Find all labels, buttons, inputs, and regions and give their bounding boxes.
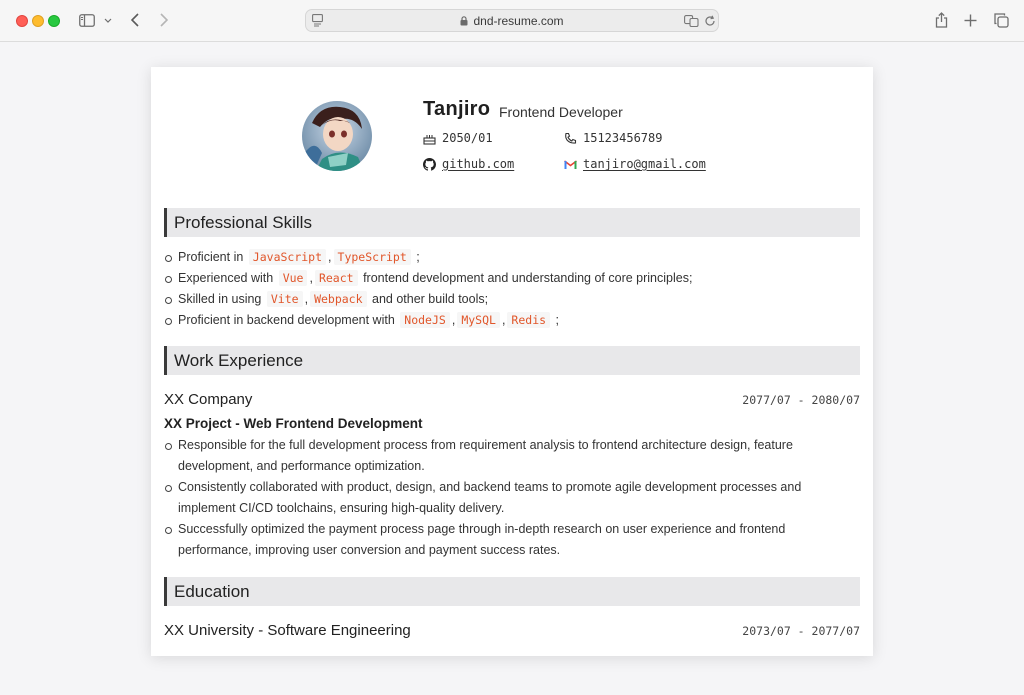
skill-tag: Webpack: [310, 291, 367, 307]
skill-tag: TypeScript: [333, 249, 411, 265]
list-item: Consistently collaborated with product, …: [164, 477, 854, 519]
new-tab-icon[interactable]: [963, 10, 977, 30]
skills-list: Proficient in JavaScript, TypeScript ; Exp…: [164, 247, 854, 331]
skill-item: Proficient in backend development with N…: [164, 310, 854, 331]
github-link[interactable]: github.com: [442, 157, 514, 171]
skill-text: Proficient in backend development with: [178, 313, 395, 327]
education-date: 2073/07 - 2077/07: [742, 624, 860, 638]
translate-icon[interactable]: [684, 14, 699, 32]
work-bullets: Responsible for the full development pro…: [164, 435, 854, 561]
cake-icon: [423, 132, 436, 145]
github-info: github.com: [423, 157, 514, 171]
skill-tag: NodeJS: [400, 312, 450, 328]
forward-icon[interactable]: [157, 10, 171, 30]
minimize-window-button[interactable]: [32, 15, 44, 27]
gmail-icon: [564, 158, 577, 171]
phone-icon: [564, 132, 577, 145]
url-text: dnd-resume.com: [473, 14, 564, 28]
tab-overview-icon[interactable]: [993, 10, 1009, 30]
skill-text: Experienced with: [178, 271, 274, 285]
lock-icon: [460, 15, 468, 29]
skill-tag: JavaScript: [248, 249, 327, 265]
skill-text: Skilled in using: [178, 292, 262, 306]
skill-tag: Vite: [266, 291, 303, 307]
skill-text: frontend development and understanding o…: [363, 271, 693, 285]
skill-text: and other build tools;: [372, 292, 489, 306]
skill-tag: MySQL: [457, 312, 500, 328]
education-school: XX University - Software Engineering: [164, 622, 411, 639]
skill-tag: React: [314, 270, 358, 286]
skill-text: ;: [416, 250, 420, 264]
zoom-window-button[interactable]: [48, 15, 60, 27]
chevron-down-icon[interactable]: [102, 10, 114, 30]
email-link[interactable]: tanjiro@gmail.com: [583, 157, 706, 171]
github-icon: [423, 157, 436, 171]
skill-item: Skilled in using Vite, Webpack and other …: [164, 289, 854, 310]
share-icon[interactable]: [933, 10, 949, 30]
skill-tag: Vue: [278, 270, 308, 286]
skills-heading: Professional Skills: [164, 208, 860, 237]
address-bar[interactable]: dnd-resume.com: [305, 9, 719, 32]
reload-icon[interactable]: [704, 14, 716, 32]
browser-toolbar: dnd-resume.com: [0, 0, 1024, 42]
company-name: XX Company: [164, 391, 253, 408]
email-info: tanjiro@gmail.com: [564, 157, 706, 171]
birth-info: 2050/01: [423, 131, 493, 145]
work-heading: Work Experience: [164, 346, 860, 375]
candidate-name: Tanjiro: [423, 98, 491, 120]
list-item: Responsible for the full development pro…: [164, 435, 854, 477]
avatar: [302, 101, 372, 171]
sidebar-icon[interactable]: [78, 10, 96, 30]
skill-item: Experienced with Vue, React frontend deve…: [164, 268, 854, 289]
skill-text: Proficient in: [178, 250, 244, 264]
education-heading: Education: [164, 577, 860, 606]
work-date: 2077/07 - 2080/07: [742, 393, 860, 407]
list-item: Successfully optimized the payment proce…: [164, 519, 854, 561]
project-title: XX Project - Web Frontend Development: [164, 416, 423, 431]
birth-date: 2050/01: [442, 131, 493, 145]
phone-number: 15123456789: [583, 131, 663, 145]
back-icon[interactable]: [128, 10, 142, 30]
skill-item: Proficient in JavaScript, TypeScript ;: [164, 247, 854, 268]
phone-info: 15123456789: [564, 131, 662, 145]
resume-page: Tanjiro Frontend Developer 2050/01 15123…: [151, 67, 873, 656]
skill-tag: Redis: [507, 312, 551, 328]
candidate-role: Frontend Developer: [499, 104, 623, 120]
close-window-button[interactable]: [16, 15, 28, 27]
skill-text: ;: [555, 313, 560, 327]
